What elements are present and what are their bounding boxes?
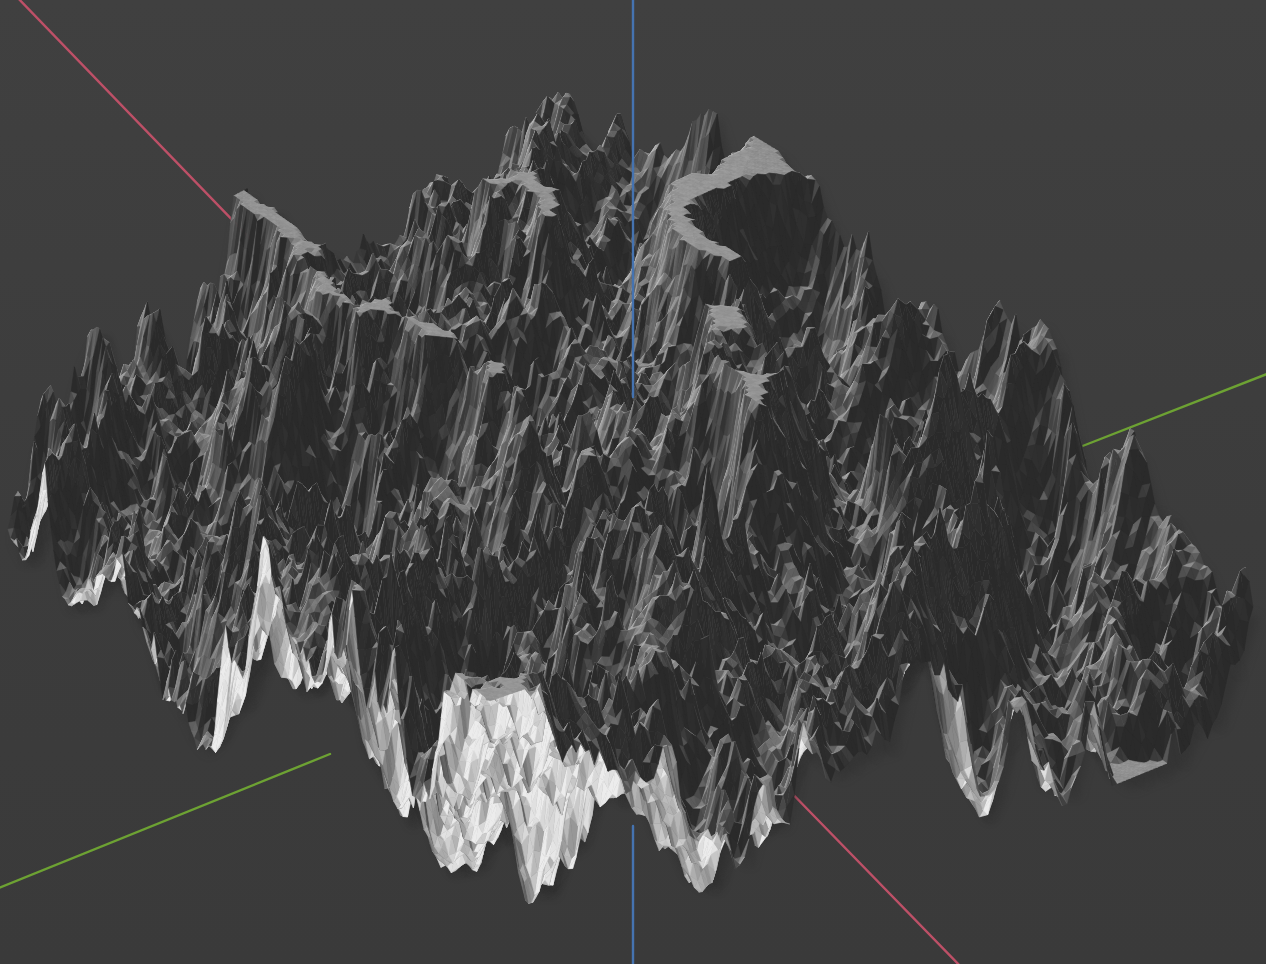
terrain-mesh[interactable]	[0, 0, 1266, 964]
3d-viewport[interactable]	[0, 0, 1266, 964]
